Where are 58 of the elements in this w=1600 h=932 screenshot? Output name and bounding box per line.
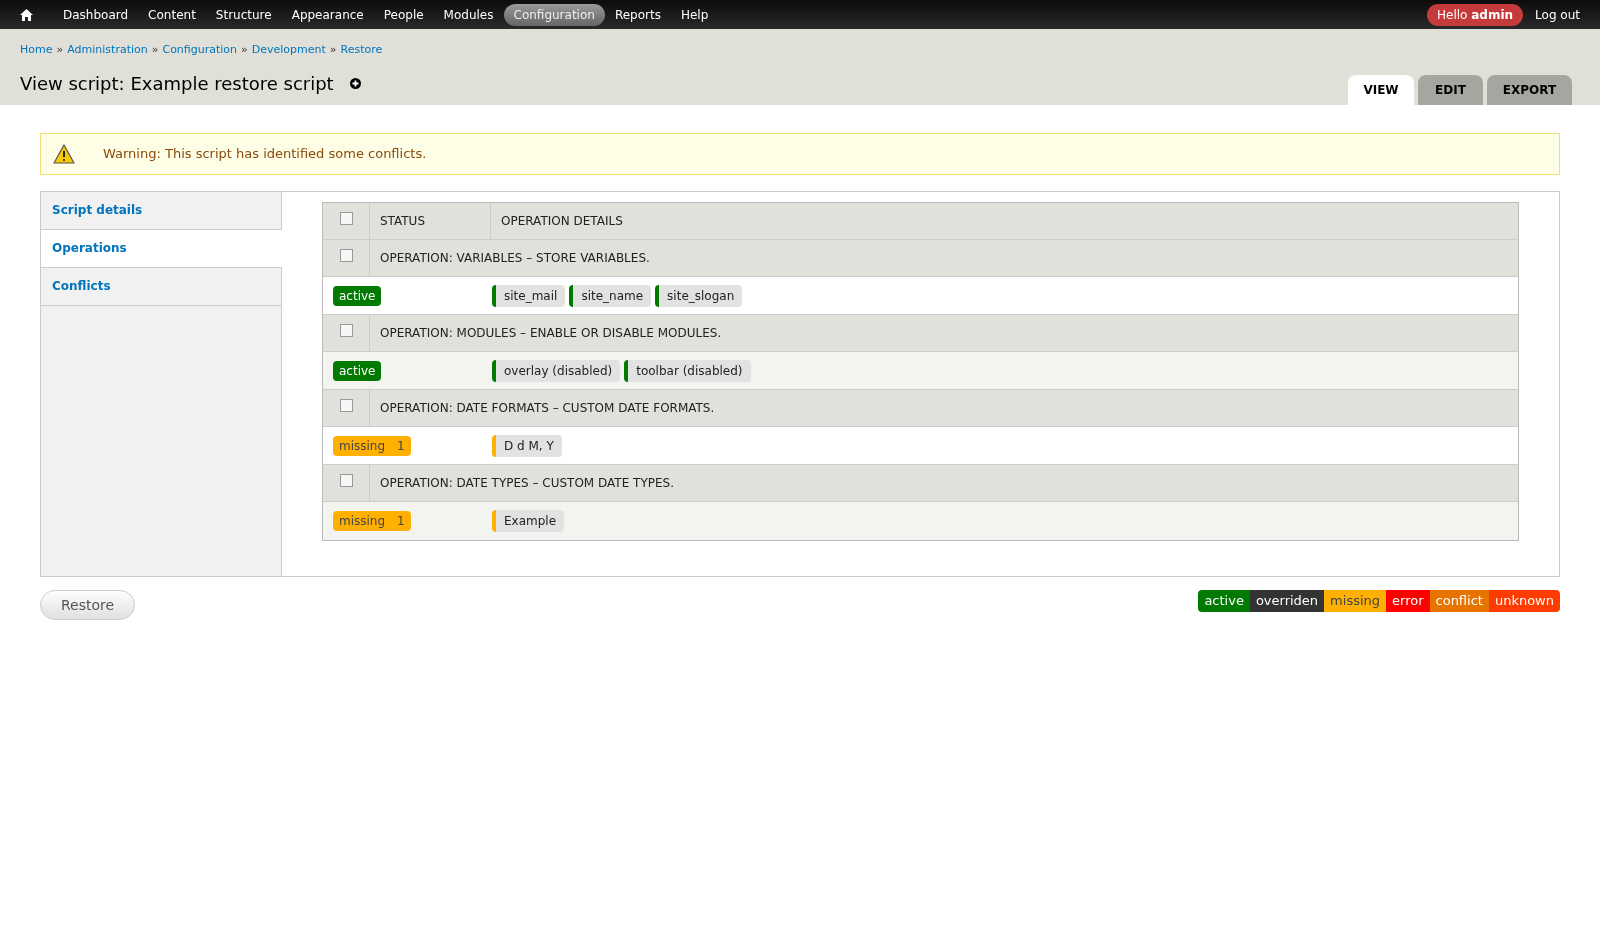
greeting-badge: Hello admin xyxy=(1427,3,1524,26)
status-badge: active xyxy=(333,285,382,306)
column-header: OPERATION DETAILS xyxy=(500,213,624,230)
legend-item: unknown xyxy=(1488,590,1560,612)
breadcrumb-separator: » xyxy=(151,41,159,58)
operation-title: OPERATION: MODULES – ENABLE OR DISABLE MODULES. xyxy=(379,325,723,342)
tab[interactable]: EXPORT xyxy=(1487,75,1572,105)
checkbox[interactable] xyxy=(339,212,353,225)
detail-tag: site_slogan xyxy=(655,284,743,307)
home-icon[interactable] xyxy=(20,8,33,21)
legend-item: conflict xyxy=(1429,590,1489,612)
toolbar-link[interactable]: Help xyxy=(670,3,719,26)
tab[interactable]: VIEW xyxy=(1348,75,1414,105)
operation-title: OPERATION: DATE TYPES – CUSTOM DATE TYPES. xyxy=(379,475,675,492)
vertical-tab[interactable]: Operations xyxy=(41,230,282,268)
legend-item: error xyxy=(1386,590,1430,612)
checkbox[interactable] xyxy=(339,324,353,337)
breadcrumb-separator: » xyxy=(56,41,64,58)
operation-title: OPERATION: VARIABLES – STORE VARIABLES. xyxy=(379,250,651,267)
status-badge: active xyxy=(333,360,382,381)
tab[interactable]: EDIT xyxy=(1418,75,1483,105)
legend-item: overriden xyxy=(1249,590,1325,612)
toolbar-link[interactable]: Reports xyxy=(604,3,671,26)
breadcrumb-link[interactable]: Configuration xyxy=(162,41,238,58)
add-shortcut-icon[interactable] xyxy=(349,78,361,89)
detail-tag: Example xyxy=(492,510,565,532)
page-title: View script: Example restore script xyxy=(20,72,334,96)
logout-link[interactable]: Log out xyxy=(1535,5,1580,24)
toolbar-link[interactable]: Modules xyxy=(433,3,504,26)
toolbar-link[interactable]: Content xyxy=(138,3,206,26)
breadcrumb-link[interactable]: Development xyxy=(251,41,326,58)
detail-tag: overlay (disabled) xyxy=(492,359,621,382)
checkbox[interactable] xyxy=(339,474,353,487)
detail-tag: site_mail xyxy=(492,284,566,307)
status-badge: missing 1 xyxy=(333,511,411,531)
detail-tag: site_name xyxy=(569,284,652,307)
breadcrumb-separator: » xyxy=(241,41,248,58)
toolbar-link[interactable]: Appearance xyxy=(281,3,374,26)
operation-title: OPERATION: DATE FORMATS – CUSTOM DATE FORMATS. xyxy=(379,400,716,417)
legend-item: missing xyxy=(1324,590,1387,612)
detail-tag: D d M, Y xyxy=(492,434,562,457)
legend-item: active xyxy=(1198,590,1250,612)
checkbox[interactable] xyxy=(339,249,353,262)
breadcrumb-link[interactable]: Restore xyxy=(340,41,383,58)
toolbar-link[interactable]: Configuration xyxy=(503,3,605,26)
checkbox[interactable] xyxy=(339,399,353,412)
toolbar-link[interactable]: Dashboard xyxy=(53,3,139,26)
breadcrumb-separator: » xyxy=(329,41,337,58)
restore-button[interactable]: Restore xyxy=(40,590,136,620)
detail-tag: toolbar (disabled) xyxy=(624,359,751,382)
status-badge: missing 1 xyxy=(333,435,411,456)
warning-icon xyxy=(53,144,75,164)
breadcrumb-link[interactable]: Home xyxy=(20,41,53,58)
breadcrumb-link[interactable]: Administration xyxy=(67,41,148,58)
column-header: STATUS xyxy=(370,203,491,239)
warning-text: Warning: This script has identified some conflicts. xyxy=(103,145,427,164)
toolbar-link[interactable]: People xyxy=(373,3,434,26)
toolbar-link[interactable]: Structure xyxy=(205,3,282,26)
